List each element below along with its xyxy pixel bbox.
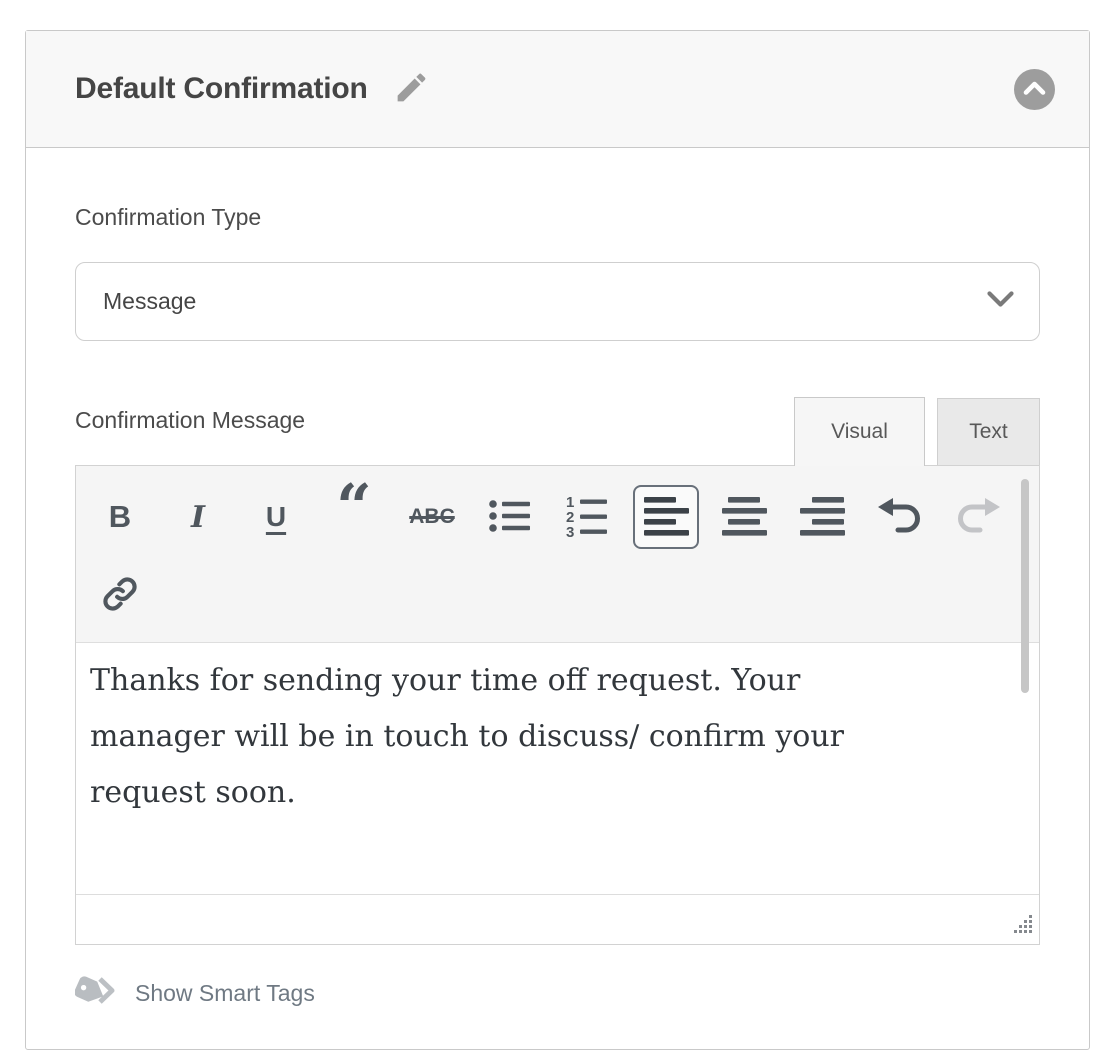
rename-confirmation-button[interactable] [392, 69, 432, 109]
strikethrough-button[interactable]: ABC [399, 485, 465, 549]
redo-icon [955, 496, 1001, 539]
chevron-up-icon [1023, 80, 1046, 98]
svg-text:3: 3 [566, 524, 574, 538]
chevron-down-icon [987, 291, 1014, 313]
blockquote-button[interactable]: “ [321, 485, 387, 549]
undo-icon [877, 496, 923, 539]
bullet-list-icon [488, 497, 532, 538]
default-confirmation-panel: Default Confirmation Confirmation Type M… [25, 30, 1090, 1050]
panel-title: Default Confirmation [75, 72, 368, 106]
confirmation-message-label: Confirmation Message [75, 405, 305, 435]
align-left-icon [643, 496, 689, 539]
align-right-button[interactable] [789, 485, 855, 549]
tab-text[interactable]: Text [937, 398, 1040, 466]
editor-scrollbar[interactable] [1021, 479, 1029, 693]
italic-button[interactable]: I [165, 485, 231, 549]
bold-button[interactable]: B [87, 485, 153, 549]
numbered-list-button[interactable]: 1 2 3 [555, 485, 621, 549]
underline-icon: U [266, 501, 286, 533]
collapse-panel-button[interactable] [1014, 69, 1055, 110]
numbered-list-icon: 1 2 3 [565, 494, 611, 541]
panel-body: Confirmation Type Message Confirmation M… [26, 202, 1089, 1014]
editor-tabs: Visual Text [794, 397, 1040, 466]
toolbar-row-2 [87, 556, 1029, 634]
link-button[interactable] [87, 563, 153, 627]
align-center-button[interactable] [711, 485, 777, 549]
panel-header: Default Confirmation [26, 31, 1089, 148]
italic-icon: I [191, 500, 205, 535]
smart-tags-toggle[interactable]: Show Smart Tags [75, 973, 315, 1014]
confirmation-message-row: Confirmation Message Visual Text [75, 397, 1040, 465]
resize-handle-icon[interactable] [1011, 912, 1034, 940]
tab-visual[interactable]: Visual [794, 397, 925, 466]
confirmation-type-label: Confirmation Type [75, 202, 1040, 232]
editor-content[interactable]: Thanks for sending your time off request… [76, 643, 1039, 894]
toolbar-row-1: B I U “ ABC [87, 478, 1029, 556]
underline-button[interactable]: U [243, 485, 309, 549]
editor-toolbar: B I U “ ABC [76, 466, 1039, 643]
confirmation-type-value: Message [103, 288, 196, 315]
redo-button[interactable] [945, 485, 1011, 549]
editor-statusbar [76, 894, 1039, 944]
align-left-button[interactable] [633, 485, 699, 549]
bullet-list-button[interactable] [477, 485, 543, 549]
undo-button[interactable] [867, 485, 933, 549]
tag-icon [75, 973, 117, 1014]
link-icon [101, 575, 139, 616]
confirmation-type-select[interactable]: Message [75, 262, 1040, 341]
blockquote-icon: “ [336, 502, 372, 532]
visual-editor: B I U “ ABC [75, 465, 1040, 945]
bold-icon: B [109, 499, 131, 535]
smart-tags-label: Show Smart Tags [135, 980, 315, 1007]
align-right-icon [799, 496, 845, 539]
align-center-icon [721, 496, 767, 539]
strikethrough-icon: ABC [409, 505, 455, 529]
pencil-icon [393, 69, 430, 109]
